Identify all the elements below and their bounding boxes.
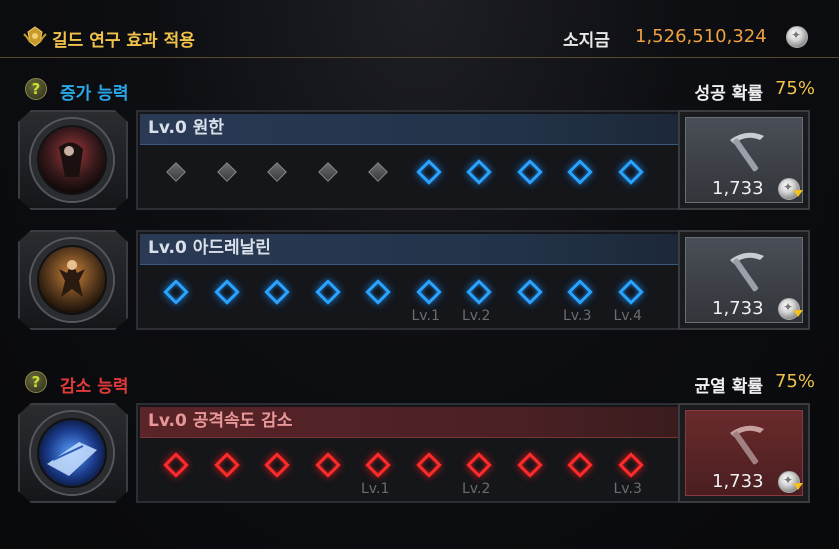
help-icon[interactable]: ? — [25, 371, 47, 393]
level-label: Lv.2 — [462, 308, 491, 324]
ability-row-1: Lv.0 원한 1,733 — [18, 110, 818, 210]
level-label: Lv.1 — [411, 308, 440, 324]
slot-diamond — [365, 279, 391, 305]
slot-diamond — [365, 452, 391, 478]
ability-name: Lv.0 공격속도 감소 — [140, 407, 678, 438]
ability-panel: Lv.0 아드레날린 Lv.1 Lv.2 Lv.3 Lv.4 — [136, 230, 682, 330]
slot-diamond — [466, 452, 492, 478]
research-button[interactable]: 1,733 — [678, 230, 810, 330]
level-label: Lv.3 — [613, 481, 642, 497]
level-label: Lv.3 — [563, 308, 592, 324]
pickaxe-icon — [730, 252, 764, 292]
locked-slot-diamond — [267, 162, 287, 182]
slot-diamond — [617, 279, 644, 305]
level-label: Lv.1 — [361, 481, 390, 497]
header: 길드 연구 효과 적용 소지금 1,526,510,324 — [0, 0, 839, 58]
slot-diamond — [163, 452, 189, 478]
ability-panel: Lv.0 원한 — [136, 110, 682, 210]
slot-diamond — [213, 452, 240, 478]
slot-diamond — [163, 279, 189, 305]
attack-speed-decrease-icon — [39, 420, 105, 486]
decrease-title: 감소 능력 — [60, 377, 129, 397]
slot-diamond — [466, 159, 492, 185]
slot-diamond — [264, 452, 290, 478]
slot-diamond — [213, 279, 240, 305]
ability-row-3: Lv.0 공격속도 감소 Lv.1 Lv.2 Lv.3 1,733 — [18, 403, 818, 503]
pickaxe-icon — [730, 425, 764, 465]
grudge-ability-icon — [39, 127, 105, 193]
locked-slot-diamond — [317, 162, 338, 182]
slot-diamond — [516, 159, 543, 185]
rift-prob-label: 균열 확률 — [694, 377, 763, 397]
money-label: 소지금 — [563, 31, 610, 51]
research-cost: 1,733 — [712, 298, 764, 319]
ability-name: Lv.0 원한 — [140, 114, 678, 145]
level-label: Lv.4 — [613, 308, 642, 324]
guild-crest-icon — [23, 26, 47, 47]
research-button[interactable]: 1,733 — [678, 110, 810, 210]
locked-slot-diamond — [166, 162, 186, 182]
success-prob-value: 75% — [774, 78, 815, 99]
slot-diamond — [415, 159, 442, 185]
rift-prob-value: 75% — [774, 371, 815, 392]
slot-diamond — [617, 159, 644, 185]
arrow-down-icon — [793, 310, 803, 317]
slot-diamond — [314, 279, 341, 305]
pickaxe-icon — [730, 132, 764, 172]
decrease-section-header: ? 감소 능력 균열 확률 75% — [0, 369, 839, 399]
increase-title: 증가 능력 — [60, 84, 129, 104]
slot-diamond — [264, 279, 290, 305]
research-cost: 1,733 — [712, 178, 764, 199]
slot-diamond — [567, 452, 593, 478]
header-title: 길드 연구 효과 적용 — [52, 31, 195, 51]
money-value: 1,526,510,324 — [635, 26, 767, 47]
slot-diamond — [516, 279, 543, 305]
level-label: Lv.2 — [462, 481, 491, 497]
ability-name: Lv.0 아드레날린 — [140, 234, 678, 265]
slot-diamond — [415, 279, 442, 305]
slot-diamond — [516, 452, 543, 478]
ability-panel: Lv.0 공격속도 감소 Lv.1 Lv.2 Lv.3 — [136, 403, 682, 503]
arrow-down-icon — [793, 483, 803, 490]
research-cost: 1,733 — [712, 471, 764, 492]
slot-diamond — [567, 279, 593, 305]
locked-slot-diamond — [216, 162, 237, 182]
locked-slot-diamond — [368, 162, 388, 182]
increase-section-header: ? 증가 능력 성공 확률 75% — [0, 76, 839, 106]
slot-diamond — [567, 159, 593, 185]
adrenaline-ability-icon — [39, 247, 105, 313]
research-button[interactable]: 1,733 — [678, 403, 810, 503]
ability-row-2: Lv.0 아드레날린 Lv.1 Lv.2 Lv.3 Lv.4 1,733 — [18, 230, 818, 330]
success-prob-label: 성공 확률 — [694, 84, 763, 104]
silver-coin-icon — [786, 26, 808, 48]
slot-diamond — [415, 452, 442, 478]
slot-diamond — [466, 279, 492, 305]
help-icon[interactable]: ? — [25, 78, 47, 100]
slot-diamond — [314, 452, 341, 478]
arrow-down-icon — [793, 190, 803, 197]
slot-diamond — [617, 452, 644, 478]
